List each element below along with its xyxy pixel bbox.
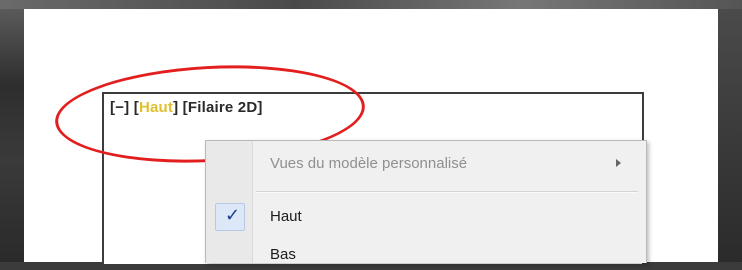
viewport-bracket: ] — [257, 99, 263, 116]
viewport-controls-label: [−] [Haut] [Filaire 2D] — [110, 99, 263, 116]
view-context-menu: Vues du modèle personnalisé ✓ Haut Bas — [205, 140, 647, 263]
menu-item-label: Vues du modèle personnalisé — [270, 155, 468, 172]
viewport-bracket: ] [ — [173, 99, 188, 116]
view-cube-menu[interactable]: Haut — [139, 99, 173, 116]
submenu-arrow-icon — [616, 159, 621, 167]
menu-item-top[interactable]: Haut — [206, 202, 646, 232]
viewport-controls-menu[interactable]: − — [115, 99, 124, 116]
menu-item-label: Bas — [270, 246, 296, 263]
viewport-bracket: ] [ — [124, 99, 139, 116]
menu-item-bottom[interactable]: Bas — [206, 240, 646, 270]
app-chrome-left — [0, 9, 24, 262]
menu-item-label: Haut — [270, 208, 302, 225]
app-chrome-top — [0, 0, 742, 9]
app-chrome-right — [718, 9, 742, 262]
menu-item-custom-model-views[interactable]: Vues du modèle personnalisé — [206, 149, 646, 179]
menu-separator — [256, 191, 638, 193]
visual-style-menu[interactable]: Filaire 2D — [188, 99, 258, 116]
